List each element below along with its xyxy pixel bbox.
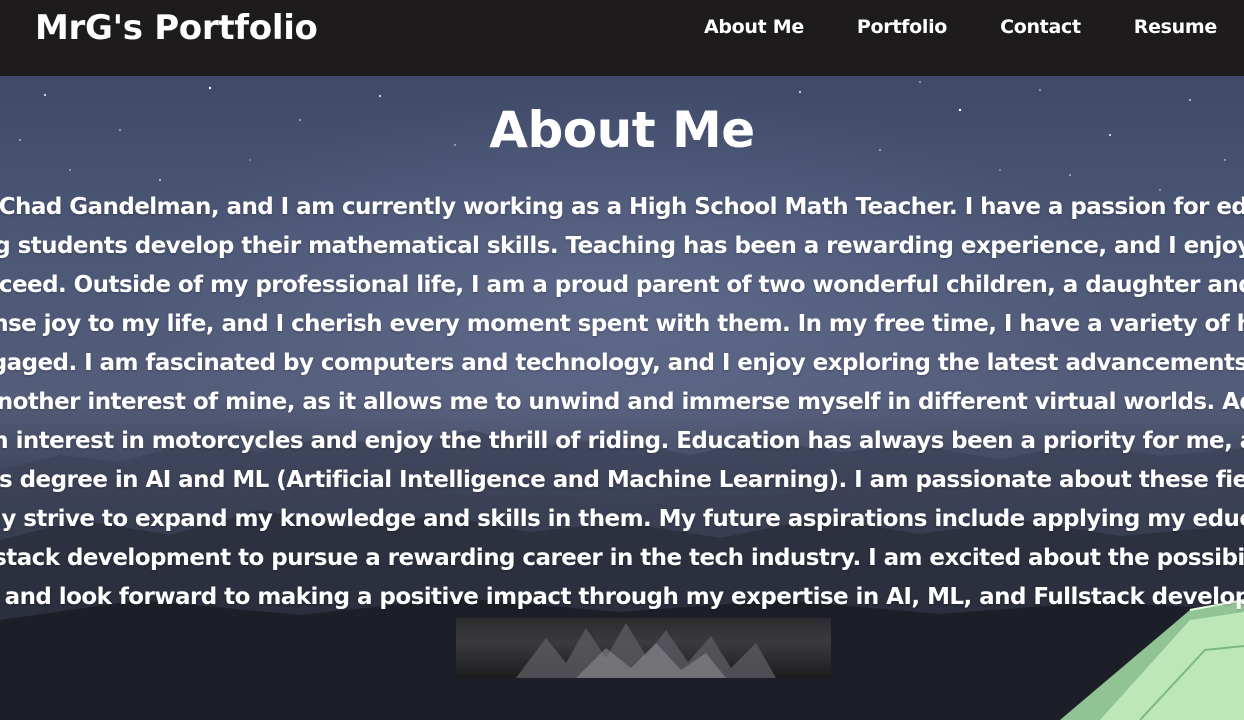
nav-links: About Me Portfolio Contact Resume bbox=[651, 10, 1217, 44]
brand-logo-text[interactable]: MrG's Portfolio bbox=[35, 2, 318, 54]
bio-paragraph: My name is Chad Gandelman, and I am curr… bbox=[0, 194, 1244, 610]
page: MrG's Portfolio About Me Portfolio Conta… bbox=[0, 0, 1244, 720]
navbar: MrG's Portfolio About Me Portfolio Conta… bbox=[0, 0, 1244, 76]
bio-container: My name is Chad Gandelman, and I am curr… bbox=[0, 188, 1244, 617]
nav-link-contact[interactable]: Contact bbox=[1000, 10, 1081, 44]
nav-link-resume[interactable]: Resume bbox=[1134, 10, 1218, 44]
nav-link-about-me[interactable]: About Me bbox=[704, 10, 804, 44]
about-section: About Me My name is Chad Gandelman, and … bbox=[0, 76, 1244, 720]
about-title: About Me bbox=[489, 101, 755, 159]
nav-link-portfolio[interactable]: Portfolio bbox=[857, 10, 947, 44]
